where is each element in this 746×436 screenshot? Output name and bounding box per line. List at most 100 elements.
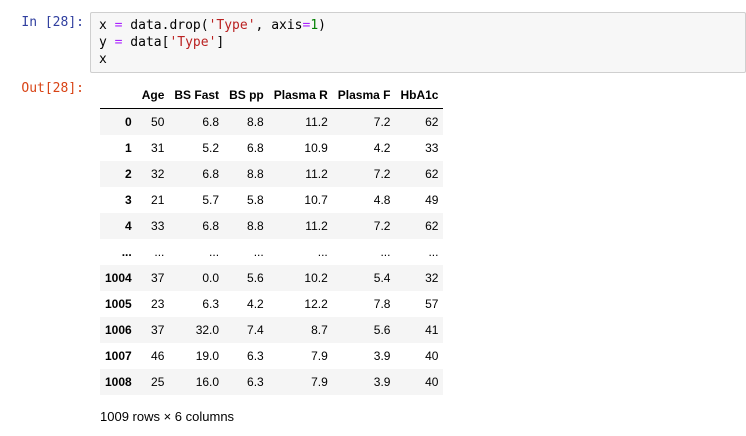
code-line: x: [99, 51, 326, 68]
table-header-row: Age BS Fast BS pp Plasma R Plasma F HbA1c: [100, 82, 444, 109]
table-cell: ...: [428, 245, 439, 259]
table-cell: 37: [151, 271, 165, 285]
table-cell: 40: [425, 349, 439, 363]
table-cell: 57: [425, 297, 439, 311]
table-cell: 33: [425, 141, 439, 155]
table-cell: 7.9: [311, 375, 328, 389]
column-header: Plasma R: [268, 82, 333, 109]
table-cell: 40: [425, 375, 439, 389]
table-cell: 10.9: [304, 141, 328, 155]
row-index: ...: [121, 245, 132, 259]
table-cell: 4.8: [373, 193, 391, 207]
code-token: ): [318, 18, 326, 33]
table-cell: 8.8: [247, 115, 264, 129]
table-cell: 10.7: [304, 193, 328, 207]
code-token: y: [99, 35, 115, 50]
code-editor[interactable]: x = data.drop('Type', axis=1) y = data['T…: [90, 12, 746, 73]
table-cell: 12.2: [304, 297, 328, 311]
table-cell: 6.8: [202, 115, 220, 129]
code-token: , axis: [255, 18, 303, 33]
table-cell: 7.8: [373, 297, 391, 311]
table-cell: 3.9: [373, 375, 391, 389]
table-cell: 5.6: [373, 323, 391, 337]
row-index: 1005: [105, 297, 132, 311]
table-cell: 0.0: [202, 271, 220, 285]
table-cell: 7.2: [373, 115, 391, 129]
row-index: 0: [125, 115, 132, 129]
table-cell: 37: [151, 323, 165, 337]
table-row: 2 32 6.8 8.8 11.2 7.2 62: [100, 161, 444, 187]
code-token: 1: [310, 18, 319, 33]
table-cell: 62: [425, 115, 439, 129]
output-prompt: Out[28]:: [21, 81, 84, 96]
table-cell: ...: [209, 245, 220, 259]
table-cell: 6.8: [247, 141, 264, 155]
table-cell: 32: [425, 271, 439, 285]
column-header: BS Fast: [169, 82, 225, 109]
column-header: Age: [136, 82, 170, 109]
table-cell: 10.2: [304, 271, 328, 285]
table-cell: 62: [425, 167, 439, 181]
table-cell: 33: [151, 219, 165, 233]
table-cell: 7.9: [311, 349, 328, 363]
table-cell: 5.4: [373, 271, 391, 285]
table-cell: 49: [425, 193, 439, 207]
table-cell: 19.0: [195, 349, 220, 363]
table-body: 0 50 6.8 8.8 11.2 7.2 62 1 31 5.2 6.8 10.9 4.2 33 2 32 6…: [100, 108, 444, 395]
input-prompt: In [28]:: [21, 15, 84, 30]
table-row: 1 31 5.2 6.8 10.9 4.2 33: [100, 135, 443, 161]
table-cell: 50: [151, 115, 165, 129]
code-text[interactable]: x = data.drop('Type', axis=1) y = data['T…: [99, 17, 326, 68]
table-cell: 11.2: [305, 115, 328, 129]
table-row: 1007 46 19.0 6.3 7.9 3.9 40: [100, 343, 443, 369]
table-cell: 32: [151, 167, 165, 181]
table-cell: 5.6: [247, 271, 264, 285]
row-index: 4: [125, 219, 132, 233]
column-header: Plasma F: [332, 82, 396, 109]
index-header: [100, 82, 137, 109]
table-row: 1008 25 16.0 6.3 7.9 3.9 40: [100, 369, 444, 395]
table-cell: 21: [151, 193, 165, 207]
table-cell: 25: [151, 375, 165, 389]
code-token: x: [99, 18, 115, 33]
table-cell: 31: [151, 141, 165, 155]
table-cell: 16.0: [195, 375, 220, 389]
row-index: 1006: [105, 323, 132, 337]
table-row: 1005 23 6.3 4.2 12.2 7.8 57: [100, 291, 443, 317]
table-row: 1006 37 32.0 7.4 8.7 5.6 41: [100, 317, 444, 343]
table-cell: 4.2: [373, 141, 391, 155]
dataframe-table: Age BS Fast BS pp Plasma R Plasma F HbA1c 0 50…: [100, 82, 444, 395]
code-token: 'Type': [208, 18, 256, 33]
row-index: 3: [125, 193, 132, 207]
dataframe-shape-summary: 1009 rows × 6 columns: [100, 409, 235, 424]
table-cell: 3.9: [373, 349, 391, 363]
table-cell: ...: [380, 245, 391, 259]
table-cell: 6.3: [247, 375, 264, 389]
row-index: 2: [125, 167, 132, 181]
table-cell: ...: [317, 245, 328, 259]
table-cell: 8.8: [247, 167, 264, 181]
table-cell: 41: [425, 323, 439, 337]
table-cell: 7.2: [373, 219, 391, 233]
table-cell: ...: [253, 245, 264, 259]
table-cell: 46: [151, 349, 165, 363]
code-line: x = data.drop('Type', axis=1): [99, 17, 326, 34]
table-row: 3 21 5.7 5.8 10.7 4.8 49: [100, 187, 443, 213]
table-cell: 11.2: [305, 219, 328, 233]
table-cell: 4.2: [247, 297, 264, 311]
code-line: y = data['Type']: [99, 34, 326, 51]
table-row: 4 33 6.8 8.8 11.2 7.2 62: [100, 213, 444, 239]
row-index: 1007: [105, 349, 132, 363]
table-cell: 32.0: [195, 323, 220, 337]
row-index: 1008: [105, 375, 132, 389]
table-cell: 23: [151, 297, 165, 311]
table-cell: 6.3: [202, 297, 220, 311]
column-header: BS pp: [224, 82, 269, 109]
row-index: 1: [125, 141, 132, 155]
table-row: .....................: [100, 239, 444, 265]
table-cell: 5.8: [247, 193, 264, 207]
table-cell: 5.2: [202, 141, 220, 155]
code-token: data[: [122, 35, 170, 50]
column-header: HbA1c: [395, 82, 444, 109]
code-token: x: [99, 52, 107, 67]
